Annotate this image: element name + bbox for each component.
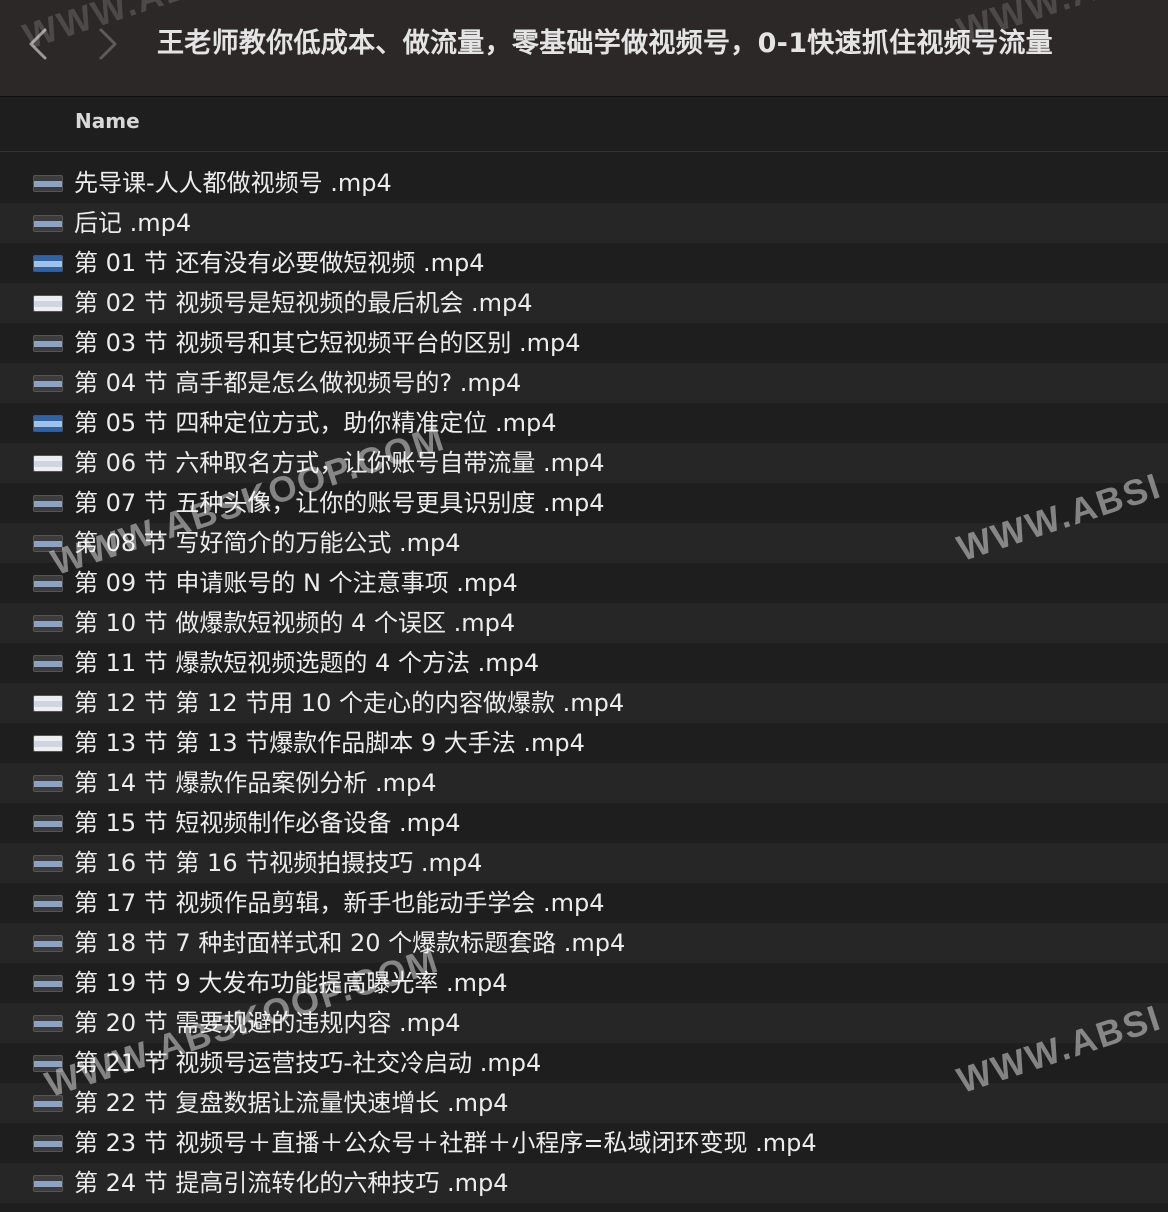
file-name: 第 06 节 六种取名方式，让你账号自带流量 .mp4 bbox=[74, 449, 605, 477]
file-row[interactable]: 第 15 节 短视频制作必备设备 .mp4 bbox=[0, 803, 1168, 843]
file-row[interactable]: 第 04 节 高手都是怎么做视频号的? .mp4 bbox=[0, 363, 1168, 403]
file-row[interactable]: 第 01 节 还有没有必要做短视频 .mp4 bbox=[0, 243, 1168, 283]
video-thumbnail-icon bbox=[33, 455, 63, 472]
video-thumbnail-icon bbox=[33, 815, 63, 832]
file-name: 第 04 节 高手都是怎么做视频号的? .mp4 bbox=[74, 369, 522, 397]
file-row[interactable]: 第 19 节 9 大发布功能提高曝光率 .mp4 bbox=[0, 963, 1168, 1003]
file-row[interactable]: 第 11 节 爆款短视频选题的 4 个方法 .mp4 bbox=[0, 643, 1168, 683]
file-row[interactable]: 第 07 节 五种头像，让你的账号更具识别度 .mp4 bbox=[0, 483, 1168, 523]
back-button[interactable] bbox=[18, 22, 58, 66]
file-name: 第 20 节 需要规避的违规内容 .mp4 bbox=[74, 1009, 461, 1037]
video-thumbnail-icon bbox=[33, 175, 63, 192]
file-name: 第 19 节 9 大发布功能提高曝光率 .mp4 bbox=[74, 969, 508, 997]
file-row[interactable]: 第 05 节 四种定位方式，助你精准定位 .mp4 bbox=[0, 403, 1168, 443]
video-thumbnail-icon bbox=[33, 1015, 63, 1032]
file-row[interactable]: 第 21 节 视频号运营技巧-社交冷启动 .mp4 bbox=[0, 1043, 1168, 1083]
file-name: 第 05 节 四种定位方式，助你精准定位 .mp4 bbox=[74, 409, 557, 437]
video-thumbnail-icon bbox=[33, 695, 63, 712]
file-name: 第 11 节 爆款短视频选题的 4 个方法 .mp4 bbox=[74, 649, 540, 677]
video-thumbnail-icon bbox=[33, 215, 63, 232]
video-thumbnail-icon bbox=[33, 975, 63, 992]
video-thumbnail-icon bbox=[33, 295, 63, 312]
chevron-left-icon bbox=[29, 28, 47, 60]
file-row[interactable]: 第 09 节 申请账号的 N 个注意事项 .mp4 bbox=[0, 563, 1168, 603]
chevron-right-icon bbox=[99, 28, 117, 60]
video-thumbnail-icon bbox=[33, 855, 63, 872]
file-name: 第 24 节 提高引流转化的六种技巧 .mp4 bbox=[74, 1169, 509, 1197]
file-name: 第 10 节 做爆款短视频的 4 个误区 .mp4 bbox=[74, 609, 516, 637]
video-thumbnail-icon bbox=[33, 255, 63, 272]
file-row[interactable]: 第 06 节 六种取名方式，让你账号自带流量 .mp4 bbox=[0, 443, 1168, 483]
file-row[interactable]: 第 17 节 视频作品剪辑，新手也能动手学会 .mp4 bbox=[0, 883, 1168, 923]
video-thumbnail-icon bbox=[33, 415, 63, 432]
video-thumbnail-icon bbox=[33, 895, 63, 912]
file-name: 第 15 节 短视频制作必备设备 .mp4 bbox=[74, 809, 461, 837]
video-thumbnail-icon bbox=[33, 615, 63, 632]
file-row[interactable]: 先导课-人人都做视频号 .mp4 bbox=[0, 163, 1168, 203]
file-row[interactable]: 第 23 节 视频号＋直播＋公众号＋社群＋小程序=私域闭环变现 .mp4 bbox=[0, 1123, 1168, 1163]
file-row[interactable]: 第 24 节 提高引流转化的六种技巧 .mp4 bbox=[0, 1163, 1168, 1203]
file-row[interactable]: 第 13 节 第 13 节爆款作品脚本 9 大手法 .mp4 bbox=[0, 723, 1168, 763]
video-thumbnail-icon bbox=[33, 335, 63, 352]
file-row[interactable]: 第 20 节 需要规避的违规内容 .mp4 bbox=[0, 1003, 1168, 1043]
file-name: 第 12 节 第 12 节用 10 个走心的内容做爆款 .mp4 bbox=[74, 689, 625, 717]
window-title: 王老师教你低成本、做流量，零基础学做视频号，0-1快速抓住视频号流量 bbox=[157, 28, 1053, 59]
video-thumbnail-icon bbox=[33, 655, 63, 672]
file-name: 先导课-人人都做视频号 .mp4 bbox=[74, 169, 392, 197]
video-thumbnail-icon bbox=[33, 1135, 63, 1152]
file-row[interactable]: 第 22 节 复盘数据让流量快速增长 .mp4 bbox=[0, 1083, 1168, 1123]
file-name: 第 18 节 7 种封面样式和 20 个爆款标题套路 .mp4 bbox=[74, 929, 626, 957]
file-name: 第 09 节 申请账号的 N 个注意事项 .mp4 bbox=[74, 569, 518, 597]
file-name: 后记 .mp4 bbox=[74, 209, 192, 237]
title-bar: 王老师教你低成本、做流量，零基础学做视频号，0-1快速抓住视频号流量 bbox=[0, 0, 1168, 97]
file-name: 第 22 节 复盘数据让流量快速增长 .mp4 bbox=[74, 1089, 509, 1117]
file-name: 第 23 节 视频号＋直播＋公众号＋社群＋小程序=私域闭环变现 .mp4 bbox=[74, 1129, 817, 1157]
file-row[interactable]: 第 10 节 做爆款短视频的 4 个误区 .mp4 bbox=[0, 603, 1168, 643]
file-name: 第 13 节 第 13 节爆款作品脚本 9 大手法 .mp4 bbox=[74, 729, 585, 757]
video-thumbnail-icon bbox=[33, 535, 63, 552]
file-row[interactable]: 第 18 节 7 种封面样式和 20 个爆款标题套路 .mp4 bbox=[0, 923, 1168, 963]
video-thumbnail-icon bbox=[33, 1175, 63, 1192]
file-name: 第 16 节 第 16 节视频拍摄技巧 .mp4 bbox=[74, 849, 483, 877]
video-thumbnail-icon bbox=[33, 375, 63, 392]
video-thumbnail-icon bbox=[33, 495, 63, 512]
file-name: 第 17 节 视频作品剪辑，新手也能动手学会 .mp4 bbox=[74, 889, 605, 917]
video-thumbnail-icon bbox=[33, 735, 63, 752]
file-name: 第 08 节 写好简介的万能公式 .mp4 bbox=[74, 529, 461, 557]
video-thumbnail-icon bbox=[33, 1095, 63, 1112]
video-thumbnail-icon bbox=[33, 1055, 63, 1072]
file-row[interactable]: 第 03 节 视频号和其它短视频平台的区别 .mp4 bbox=[0, 323, 1168, 363]
file-row[interactable]: 第 14 节 爆款作品案例分析 .mp4 bbox=[0, 763, 1168, 803]
video-thumbnail-icon bbox=[33, 935, 63, 952]
file-row[interactable]: 第 16 节 第 16 节视频拍摄技巧 .mp4 bbox=[0, 843, 1168, 883]
file-row[interactable]: 第 02 节 视频号是短视频的最后机会 .mp4 bbox=[0, 283, 1168, 323]
name-column-header[interactable]: Name bbox=[75, 109, 140, 133]
list-column-header: Name bbox=[0, 97, 1168, 152]
forward-button[interactable] bbox=[88, 22, 128, 66]
file-row[interactable]: 后记 .mp4 bbox=[0, 203, 1168, 243]
file-name: 第 03 节 视频号和其它短视频平台的区别 .mp4 bbox=[74, 329, 581, 357]
file-list: 先导课-人人都做视频号 .mp4 后记 .mp4 第 01 节 还有没有必要做短视频… bbox=[0, 163, 1168, 1203]
video-thumbnail-icon bbox=[33, 575, 63, 592]
file-row[interactable]: 第 08 节 写好简介的万能公式 .mp4 bbox=[0, 523, 1168, 563]
file-name: 第 14 节 爆款作品案例分析 .mp4 bbox=[74, 769, 437, 797]
file-name: 第 07 节 五种头像，让你的账号更具识别度 .mp4 bbox=[74, 489, 605, 517]
file-name: 第 01 节 还有没有必要做短视频 .mp4 bbox=[74, 249, 485, 277]
file-row[interactable]: 第 12 节 第 12 节用 10 个走心的内容做爆款 .mp4 bbox=[0, 683, 1168, 723]
file-name: 第 02 节 视频号是短视频的最后机会 .mp4 bbox=[74, 289, 533, 317]
video-thumbnail-icon bbox=[33, 775, 63, 792]
file-name: 第 21 节 视频号运营技巧-社交冷启动 .mp4 bbox=[74, 1049, 542, 1077]
